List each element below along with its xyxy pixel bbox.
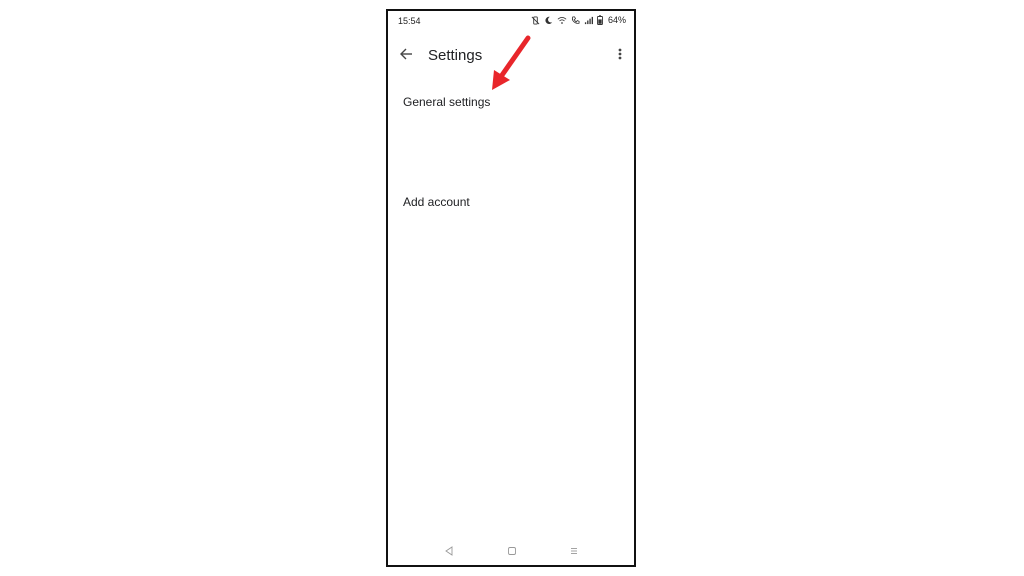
nav-home-icon — [507, 543, 517, 561]
status-icons: 64% — [531, 15, 626, 25]
settings-item-add-account[interactable]: Add account — [388, 188, 634, 216]
status-time: 15:54 — [398, 16, 421, 26]
navigation-bar — [388, 539, 634, 565]
battery-icon — [597, 15, 603, 25]
more-vert-icon — [618, 47, 622, 66]
nav-home-button[interactable] — [505, 545, 519, 559]
moon-icon — [544, 16, 553, 25]
page-title: Settings — [428, 47, 483, 64]
settings-item-label: General settings — [403, 95, 491, 109]
wifi-icon — [557, 16, 567, 25]
battery-percent: 64% — [607, 15, 626, 25]
call-icon — [571, 15, 580, 25]
nav-back-icon — [444, 543, 454, 561]
screenshot-canvas: 15:54 64% Settings General settings Add … — [0, 0, 1024, 576]
nav-back-button[interactable] — [442, 545, 456, 559]
back-button[interactable] — [396, 46, 416, 66]
nav-recents-icon — [569, 543, 579, 561]
annotation-arrow — [492, 35, 531, 90]
settings-item-label: Add account — [403, 195, 470, 209]
more-options-button[interactable] — [612, 46, 628, 66]
status-bar: 15:54 64% — [388, 11, 634, 33]
signal-icon — [584, 16, 593, 25]
nav-recents-button[interactable] — [567, 545, 581, 559]
vibrate-icon — [531, 15, 540, 25]
arrow-left-icon — [399, 47, 413, 66]
